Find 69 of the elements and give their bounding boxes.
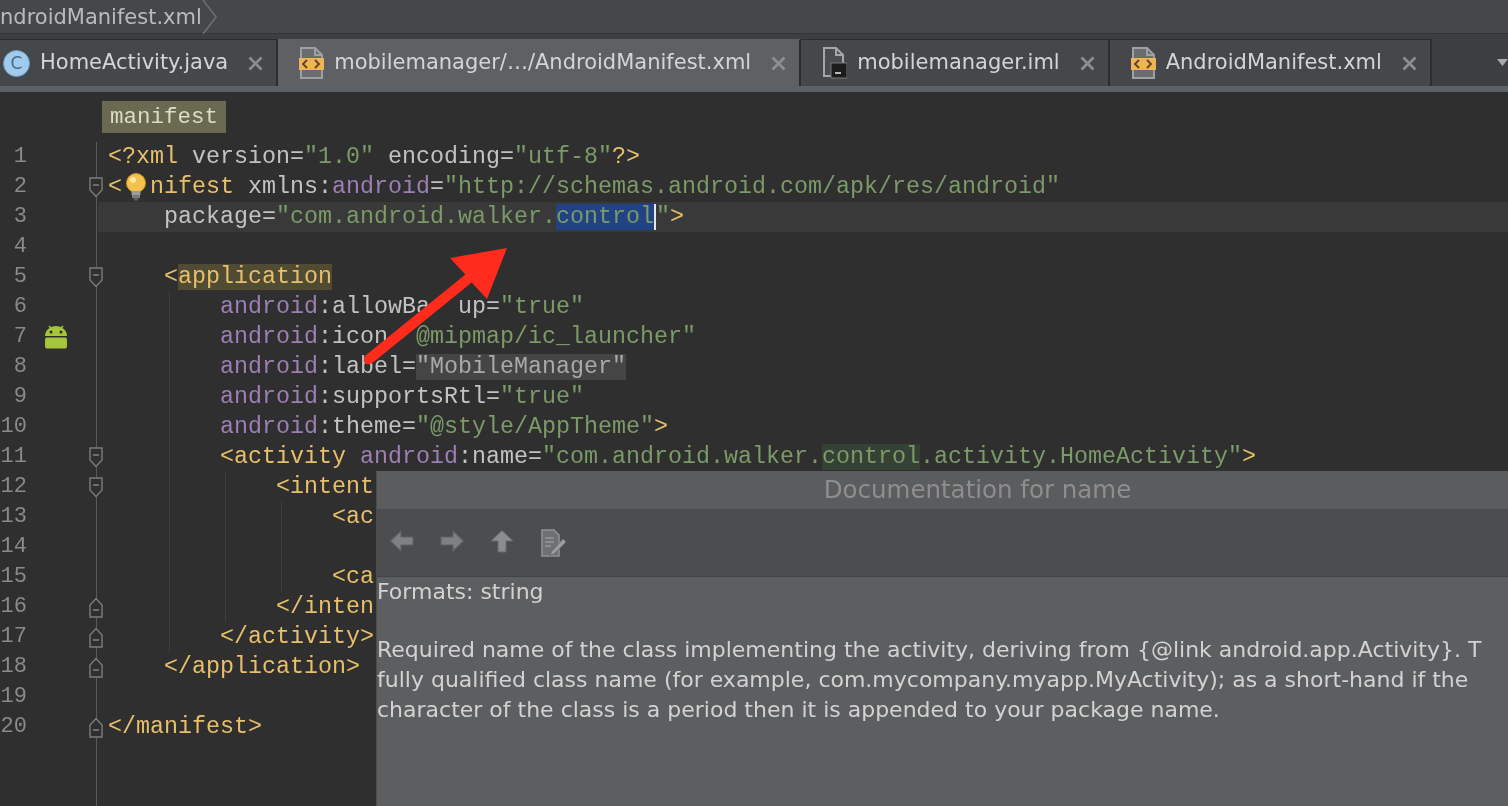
code-line: </application> xyxy=(164,653,360,682)
code-line: @mipmap/ic_launcher" xyxy=(416,323,696,352)
line-number: 16 xyxy=(0,593,27,621)
code-line: <activity android:name="com.android.walker.control.activity.HomeActivity"> xyxy=(220,443,1256,472)
code-line: </inten xyxy=(276,593,374,622)
lightbulb-icon[interactable] xyxy=(124,173,148,201)
close-icon[interactable] xyxy=(1401,55,1417,71)
breadcrumb-tag[interactable]: manifest xyxy=(102,101,227,133)
line-number: 11 xyxy=(0,443,27,471)
formats-text: Formats: string xyxy=(377,578,544,606)
fold-marker-icon[interactable] xyxy=(88,446,104,468)
line-number: 15 xyxy=(0,563,27,591)
editor-tab[interactable]: mobilemanager.iml xyxy=(801,39,1110,86)
xml-file-icon xyxy=(298,47,325,79)
line-number: 3 xyxy=(12,203,27,231)
line-number: 8 xyxy=(12,353,27,381)
code-line: android:supportsRtl="true" xyxy=(220,383,584,412)
line-number: 5 xyxy=(12,263,27,291)
module-file-icon xyxy=(821,47,848,79)
fold-marker-icon[interactable] xyxy=(88,716,104,738)
xml-file-icon xyxy=(1129,47,1156,79)
line-number: 7 xyxy=(12,323,27,351)
documentation-text: Required name of the class implementing the activity, deriving from {@link android.app.Activity}. T fully qualified class name (for example, com.mycompany.myapp.MyActivity); as a short-hand if the character of the class is a period then it is appended to your package name. xyxy=(377,636,1482,724)
close-icon[interactable] xyxy=(248,55,264,71)
code-line: android:allowBa xyxy=(220,293,430,322)
code-line: <intent xyxy=(276,473,374,502)
code-line: </activity> xyxy=(220,623,374,652)
fold-marker-icon[interactable] xyxy=(88,476,104,498)
code-line: < xyxy=(108,173,122,202)
line-number: 4 xyxy=(12,233,27,261)
file-breadcrumb[interactable]: ndroidManifest.xml xyxy=(0,1,202,32)
close-icon[interactable] xyxy=(771,55,787,71)
line-number: 19 xyxy=(0,683,27,711)
code-line: nifest xmlns:android="http://schemas.android.com/apk/res/android" xyxy=(150,173,1060,202)
editor-tab[interactable]: mobilemanager/…/AndroidManifest.xml xyxy=(278,39,802,86)
code-line: package="com.android.walker.control"> xyxy=(164,203,684,232)
code-line: android:icon xyxy=(220,323,388,352)
line-number: 10 xyxy=(0,413,27,441)
code-line: android:label="MobileManager" xyxy=(220,353,626,382)
line-number: 1 xyxy=(12,143,27,171)
close-icon[interactable] xyxy=(1079,55,1095,71)
line-number: 9 xyxy=(12,383,27,411)
line-number: 18 xyxy=(0,653,27,681)
code-line: up="true" xyxy=(458,293,584,322)
code-line: </manifest> xyxy=(108,713,262,742)
caret-icon[interactable] xyxy=(1497,59,1508,66)
edit-document-icon[interactable] xyxy=(539,528,567,557)
fold-marker-icon[interactable] xyxy=(88,266,104,288)
line-number: 20 xyxy=(0,713,27,741)
code-line: <application xyxy=(164,263,332,292)
fold-marker-icon[interactable] xyxy=(88,656,104,678)
line-number: 2 xyxy=(12,173,27,201)
line-number: 13 xyxy=(0,503,27,531)
code-line: android:theme="@style/AppTheme"> xyxy=(220,413,668,442)
chevron-icon xyxy=(201,0,218,34)
code-line: <?xml version="1.0" encoding="utf-8"?> xyxy=(108,143,640,172)
line-number: 6 xyxy=(12,293,27,321)
line-number: 17 xyxy=(0,623,27,651)
class-icon: C xyxy=(3,49,30,77)
fold-marker-icon[interactable] xyxy=(88,176,104,198)
android-robot-icon[interactable] xyxy=(42,325,69,349)
fold-marker-icon[interactable] xyxy=(88,596,104,618)
line-number: 12 xyxy=(0,473,27,501)
code-line: <ac xyxy=(332,503,374,532)
fold-marker-icon[interactable] xyxy=(88,626,104,648)
editor-tab[interactable]: C HomeActivity.java xyxy=(0,39,279,86)
code-line: <ca xyxy=(332,563,374,592)
editor-tab[interactable]: AndroidManifest.xml xyxy=(1109,39,1432,86)
line-number: 14 xyxy=(0,533,27,561)
